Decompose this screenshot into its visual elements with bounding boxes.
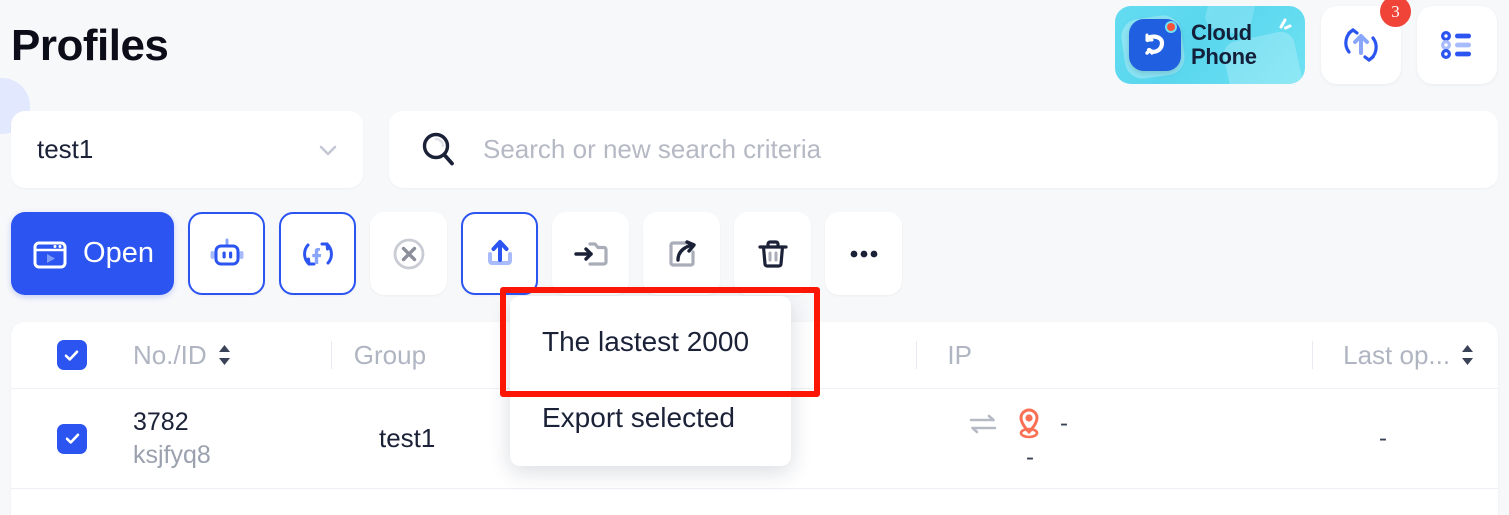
export-button[interactable] — [461, 212, 538, 295]
column-header-last-op[interactable]: Last op... — [1313, 340, 1498, 371]
cloud-phone-badge[interactable]: Cloud Phone — [1115, 6, 1305, 84]
location-pin-icon — [1019, 407, 1039, 438]
cell-last-op-value: - — [1379, 424, 1387, 452]
robot-icon — [210, 238, 243, 265]
group-select-value: test1 — [37, 134, 94, 164]
facebook-sync-button[interactable] — [279, 212, 356, 295]
list-view-icon — [1441, 31, 1471, 59]
toolbar: Open — [11, 212, 902, 295]
facebook-sync-icon — [302, 242, 333, 265]
share-button[interactable] — [643, 212, 720, 295]
delete-button[interactable] — [734, 212, 811, 295]
profiles-page: Profiles Cloud Phone 3 test1 Search or n… — [0, 0, 1509, 515]
cell-group: test1 — [331, 423, 531, 454]
sort-icon[interactable] — [1459, 343, 1476, 367]
cloud-phone-logo-icon — [1129, 19, 1181, 71]
column-header-id-label: No./ID — [132, 339, 207, 370]
cloud-phone-label: Cloud Phone — [1191, 21, 1257, 69]
proxy-transfer-icon — [969, 414, 997, 433]
cell-last-op: - — [1311, 425, 1496, 453]
column-header-last-op-label: Last op... — [1343, 339, 1451, 370]
cell-id: 3782 ksjfyq8 — [111, 406, 331, 472]
trash-icon — [757, 239, 788, 268]
share-arrow-icon — [668, 239, 696, 267]
ellipsis-icon — [850, 250, 877, 257]
group-select[interactable]: test1 — [11, 111, 363, 188]
automation-button[interactable] — [188, 212, 265, 295]
column-header-id[interactable]: No./ID — [111, 340, 331, 371]
select-all-checkbox[interactable] — [56, 340, 87, 370]
row-checkbox[interactable] — [57, 423, 87, 454]
cell-ip-secondary: - — [1026, 443, 1034, 471]
cloud-phone-line2: Phone — [1191, 44, 1257, 69]
header-actions: Cloud Phone 3 — [1115, 0, 1497, 84]
folder-arrow-icon — [573, 241, 608, 266]
open-button[interactable]: Open — [11, 212, 174, 295]
column-header-group: Group — [332, 340, 532, 371]
cloud-phone-line1: Cloud — [1191, 20, 1252, 45]
upload-export-icon — [487, 239, 512, 265]
list-view-button[interactable] — [1417, 6, 1497, 84]
search-icon — [422, 132, 454, 165]
column-header-ip: IP — [917, 340, 1312, 371]
move-to-group-button[interactable] — [552, 212, 629, 295]
page-title: Profiles — [11, 21, 169, 70]
sort-icon[interactable] — [216, 343, 233, 367]
close-circle-icon — [393, 238, 424, 269]
sync-notification-badge: 3 — [1380, 0, 1411, 27]
dropdown-item-latest-2000[interactable]: The lastest 2000 — [510, 304, 791, 380]
column-header-group-label: Group — [353, 339, 427, 370]
search-input[interactable]: Search or new search criteria — [483, 134, 821, 165]
cloud-phone-notification-dot — [1165, 21, 1177, 33]
cell-group-value: test1 — [379, 423, 436, 453]
cell-ip: - - — [916, 406, 1311, 472]
browser-play-icon — [33, 241, 67, 268]
open-button-label: Open — [83, 237, 154, 269]
chevron-down-icon — [319, 145, 337, 155]
select-all-cell — [11, 340, 111, 370]
close-button[interactable] — [370, 212, 447, 295]
cell-id-code: ksjfyq8 — [133, 440, 211, 469]
dropdown-item-export-selected[interactable]: Export selected — [510, 380, 791, 456]
cell-ip-value: - — [1060, 409, 1068, 437]
cell-id-number: 3782 — [133, 407, 189, 436]
sync-upload-icon — [1344, 28, 1378, 62]
sync-upload-button[interactable]: 3 — [1321, 0, 1411, 84]
more-button[interactable] — [825, 212, 902, 295]
row-select-cell — [11, 423, 111, 454]
sparkle-icon — [1279, 18, 1292, 30]
search-box[interactable]: Search or new search criteria — [389, 111, 1498, 188]
export-dropdown-menu: The lastest 2000 Export selected — [510, 296, 791, 466]
column-header-ip-label: IP — [947, 339, 972, 370]
